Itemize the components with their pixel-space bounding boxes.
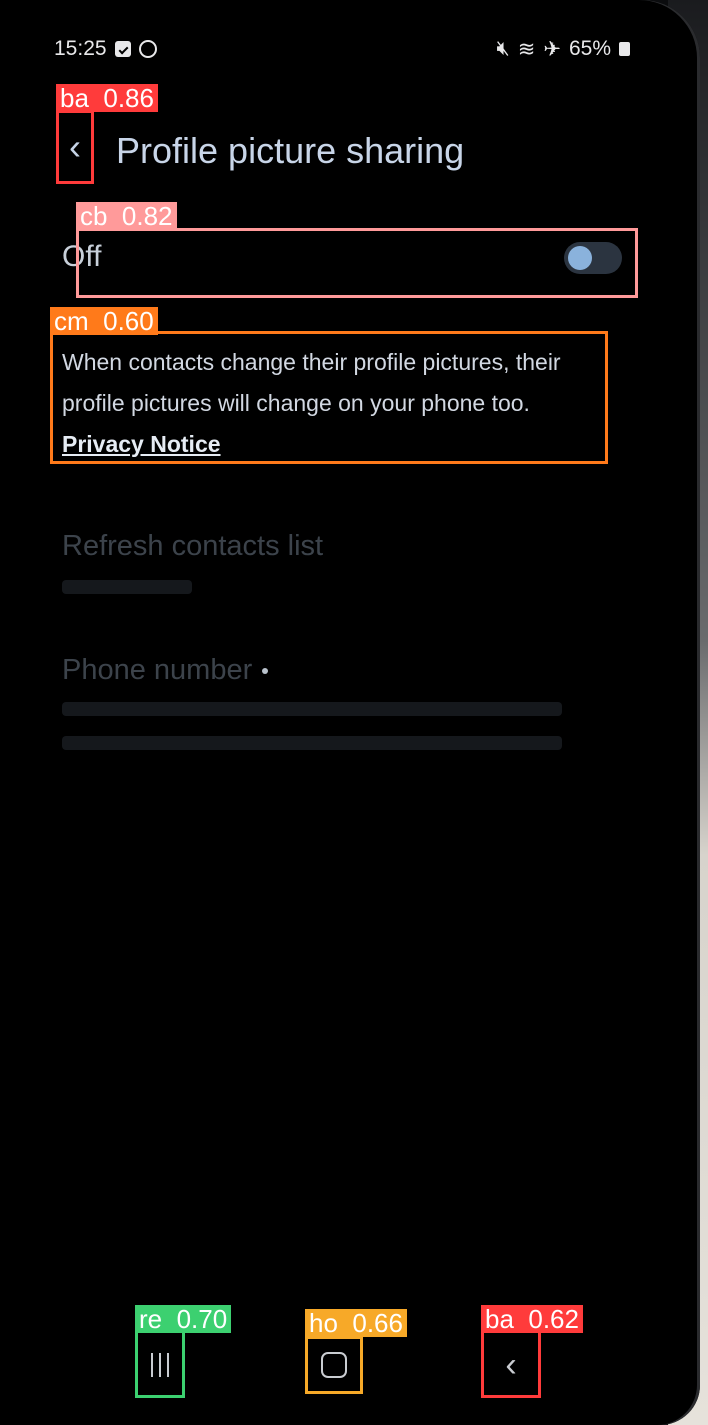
phone-number-subtext-line-2 — [62, 736, 562, 750]
annotation-label-back: ba 0.86 — [56, 84, 158, 112]
mute-icon: 🔇︎ — [496, 37, 510, 60]
annotation-label-description: cm 0.60 — [50, 307, 158, 335]
annotation-box-nav-back — [481, 1330, 541, 1398]
annotation-label-home: ho 0.66 — [305, 1309, 407, 1337]
annotation-box-toggle — [76, 228, 638, 298]
status-time: 15:25 — [54, 37, 107, 60]
dot-indicator — [262, 668, 269, 675]
wifi-icon: ≋ — [517, 37, 536, 61]
messenger-icon — [138, 40, 157, 58]
annotation-label-nav-back: ba 0.62 — [481, 1305, 583, 1333]
annotation-label-toggle: cb 0.82 — [76, 202, 177, 230]
refresh-contacts-item: Refresh contacts list — [62, 530, 324, 562]
phone-number-item: Phone number — [62, 654, 269, 687]
refresh-contacts-subtext — [62, 580, 192, 594]
phone-number-label: Phone number — [62, 654, 253, 686]
annotation-label-recents: re 0.70 — [135, 1305, 232, 1333]
annotation-box-back — [56, 110, 94, 184]
status-bar: 15:25 🔇︎ ≋ ✈ 65% — [54, 34, 630, 64]
phone-number-subtext-line-1 — [62, 702, 562, 716]
page-title: Profile picture sharing — [116, 130, 465, 171]
annotation-box-home — [305, 1336, 363, 1394]
annotation-box-description — [50, 331, 608, 464]
annotation-box-recents — [135, 1330, 185, 1398]
check-square-icon — [114, 41, 131, 57]
airplane-icon: ✈ — [543, 37, 561, 61]
battery-icon — [619, 42, 630, 56]
battery-level: 65% — [568, 37, 611, 60]
